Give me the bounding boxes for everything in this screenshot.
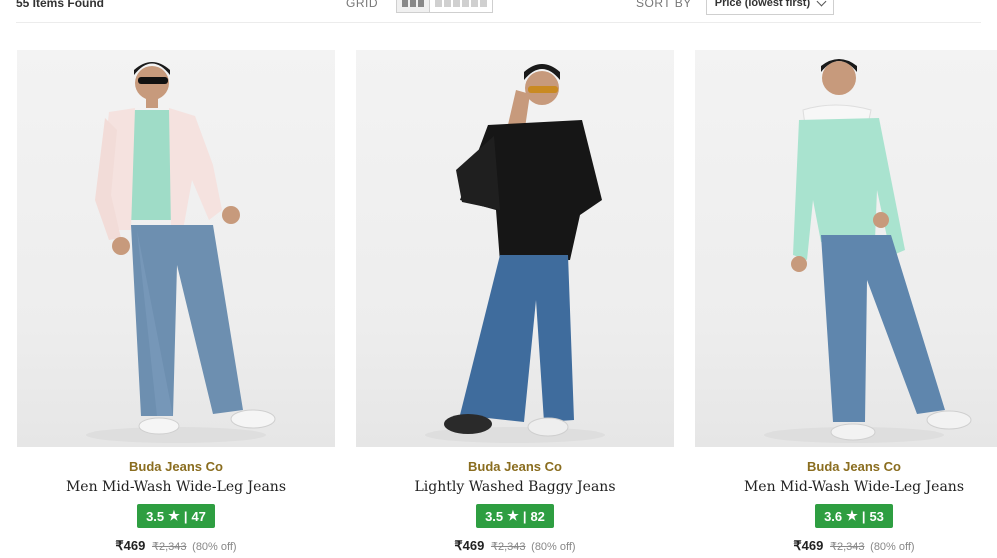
product-brand: Buda Jeans Co (129, 459, 223, 474)
sort-label: SORT BY (636, 0, 692, 10)
sort-value: Price (lowest first) (714, 0, 811, 9)
review-count: 47 (191, 508, 206, 524)
price-row: ₹469 ₹2,343 (80% off) (17, 538, 335, 554)
star-icon: ★ (846, 508, 858, 523)
chevron-down-icon (816, 0, 827, 6)
original-price: ₹2,343 (491, 541, 526, 553)
sort-controls: SORT BY Price (lowest first) (636, 0, 835, 15)
rating-badge: 3.5 ★ | 82 (476, 504, 554, 528)
sale-price: ₹469 (454, 538, 485, 553)
product-image[interactable] (695, 50, 997, 447)
product-listing-page: 55 Items Found GRID SORT BY Price (lowes… (0, 0, 997, 558)
sort-dropdown[interactable]: Price (lowest first) (705, 0, 835, 15)
product-card[interactable]: Buda Jeans Co Men Mid-Wash Wide-Leg Jean… (17, 50, 335, 558)
original-price: ₹2,343 (152, 541, 187, 553)
rating-value: 3.6 (824, 508, 843, 524)
product-brand: Buda Jeans Co (468, 459, 562, 474)
rating-separator: | (861, 508, 866, 524)
product-title[interactable]: Men Mid-Wash Wide-Leg Jeans (695, 479, 997, 495)
price-row: ₹469 ₹2,343 (80% off) (695, 538, 997, 554)
rating-badge: 3.5 ★ | 47 (137, 504, 215, 528)
rating-badge: 3.6 ★ | 53 (815, 504, 893, 528)
grid-4col-button[interactable] (430, 0, 492, 12)
product-image[interactable] (17, 50, 335, 447)
product-title[interactable]: Men Mid-Wash Wide-Leg Jeans (17, 479, 335, 495)
rating-row: 3.6 ★ | 53 (695, 504, 997, 528)
original-price: ₹2,343 (830, 541, 865, 553)
rating-row: 3.5 ★ | 47 (17, 504, 335, 528)
sale-price: ₹469 (115, 538, 146, 553)
items-found-count: 55 Items Found (16, 0, 105, 10)
grid-controls: GRID (346, 0, 636, 13)
price-row: ₹469 ₹2,343 (80% off) (356, 538, 674, 554)
product-card[interactable]: Buda Jeans Co Lightly Washed Baggy Jeans… (356, 50, 674, 558)
star-icon: ★ (507, 508, 519, 523)
product-title[interactable]: Lightly Washed Baggy Jeans (356, 479, 674, 495)
discount-label: (80% off) (192, 541, 237, 553)
discount-label: (80% off) (870, 541, 915, 553)
rating-value: 3.5 (146, 508, 165, 524)
rating-value: 3.5 (485, 508, 504, 524)
rating-separator: | (183, 508, 188, 524)
rating-row: 3.5 ★ | 82 (356, 504, 674, 528)
grid-label: GRID (346, 0, 378, 10)
product-image[interactable] (356, 50, 674, 447)
grid-toggle (396, 0, 493, 13)
review-count: 53 (869, 508, 884, 524)
star-icon: ★ (168, 508, 180, 523)
discount-label: (80% off) (531, 541, 576, 553)
sale-price: ₹469 (793, 538, 824, 553)
product-brand: Buda Jeans Co (807, 459, 901, 474)
rating-separator: | (522, 508, 527, 524)
grid-3col-button[interactable] (397, 0, 430, 12)
product-card[interactable]: Buda Jeans Co Men Mid-Wash Wide-Leg Jean… (695, 50, 997, 558)
listing-toolbar: 55 Items Found GRID SORT BY Price (lowes… (16, 0, 981, 23)
review-count: 82 (530, 508, 545, 524)
